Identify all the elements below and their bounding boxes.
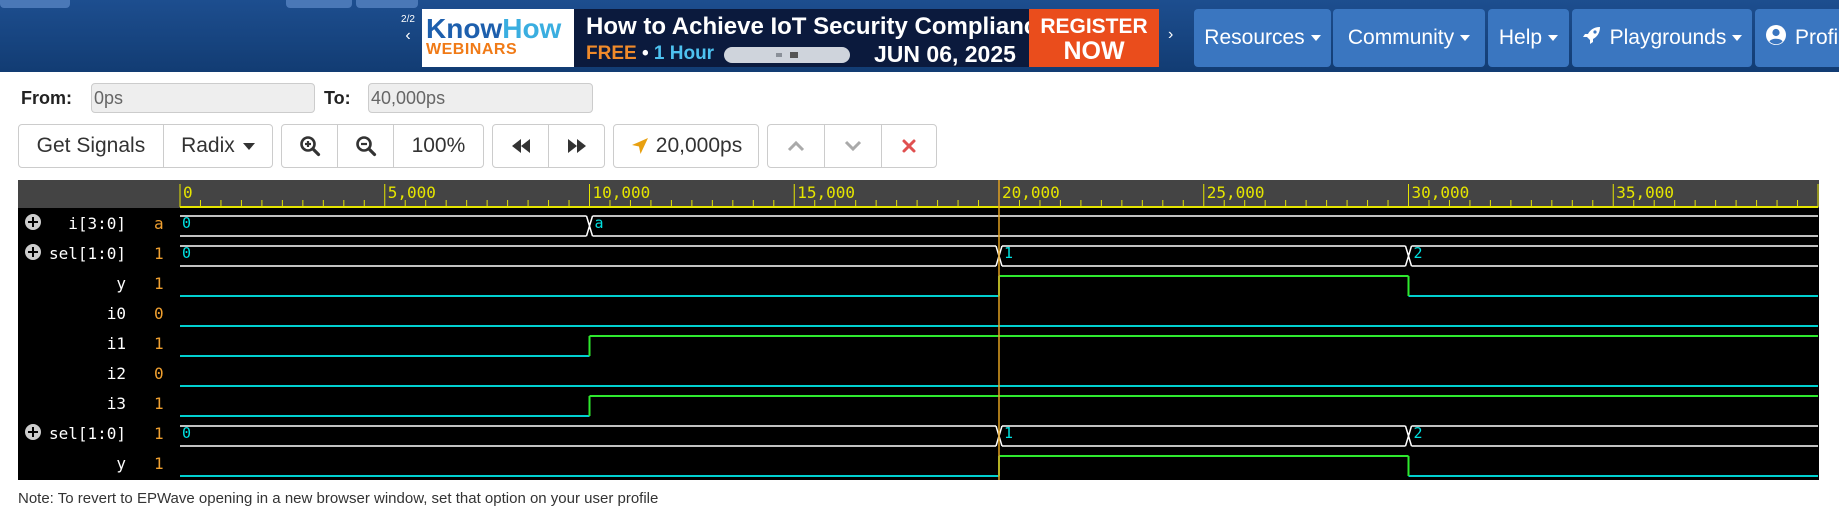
signal-value: 1 — [154, 334, 164, 353]
bus-value-label: 2 — [1414, 424, 1423, 442]
zoom-out-button[interactable] — [337, 125, 392, 167]
to-label: To: — [324, 88, 351, 108]
radix-dropdown[interactable]: Radix — [162, 125, 272, 167]
waveform-canvas[interactable]: 0 5,000 10,000 15,000 20,000 25,000 30,000 35,0… — [18, 180, 1819, 480]
signals-group: Get Signals Radix — [18, 124, 273, 168]
bus-transition — [585, 215, 594, 237]
from-label: From: — [21, 88, 72, 108]
zoom-level[interactable]: 100% — [392, 125, 483, 167]
signal-name: i0 — [107, 304, 126, 323]
signal-name: sel[1:0] — [49, 424, 126, 443]
zoom-in-icon — [299, 136, 320, 157]
knowhow-logo: KnowHow WEBINARS — [426, 13, 562, 58]
ruler-tick-label: 5,000 — [388, 183, 436, 202]
signal-value: 0 — [154, 304, 164, 323]
caret-down-icon — [1548, 35, 1559, 41]
ruler-tick-label: 35,000 — [1616, 183, 1674, 202]
bus-transition — [1404, 245, 1413, 267]
nav-help[interactable]: Help — [1488, 9, 1569, 67]
get-signals-button[interactable]: Get Signals — [19, 125, 163, 167]
signal-name: y — [116, 454, 126, 473]
user-circle-icon — [1765, 24, 1787, 52]
ad-banner[interactable]: KnowHow WEBINARS How to Achieve IoT Secu… — [422, 9, 1159, 67]
backward-icon — [511, 139, 530, 153]
chevron-right-icon[interactable]: › — [1168, 26, 1173, 44]
step-back-button[interactable] — [493, 125, 548, 167]
close-icon — [902, 139, 916, 153]
ad-prev-button[interactable]: 2/2 ‹ — [397, 14, 419, 58]
cursor-group: 20,000ps — [613, 124, 759, 168]
chevron-up-icon — [788, 140, 805, 152]
ruler-tick-label: 20,000 — [1002, 183, 1060, 202]
signal-value: 1 — [154, 394, 164, 413]
signal-value: 1 — [154, 274, 164, 293]
signal-order-group — [767, 124, 937, 168]
bus-value-label: 1 — [1004, 424, 1013, 442]
nav-playgrounds[interactable]: Playgrounds — [1572, 9, 1752, 67]
zoom-group: 100% — [281, 124, 484, 168]
ad-carousel-dots — [724, 47, 850, 63]
forward-icon — [567, 139, 586, 153]
move-up-button[interactable] — [768, 125, 824, 167]
ad-message: How to Achieve IoT Security Compliance F… — [574, 9, 1051, 67]
register-now-button[interactable]: REGISTER NOW — [1029, 9, 1159, 67]
zoom-out-icon — [355, 136, 376, 157]
bus-value-label: 2 — [1414, 244, 1423, 262]
ad-free: FREE • 1 Hour — [586, 43, 715, 64]
chevron-down-icon — [844, 140, 862, 152]
top-navbar: 2/2 ‹ KnowHow WEBINARS How to Achieve Io… — [0, 0, 1839, 72]
ruler-background — [18, 180, 1819, 208]
from-input[interactable]: 0ps — [91, 83, 315, 113]
signal-value: 1 — [154, 244, 164, 263]
nav-stub[interactable] — [0, 0, 70, 8]
ad-date: JUN 06, 2025 — [874, 41, 1016, 67]
bus-value-label: 0 — [182, 244, 191, 262]
signal-value: 0 — [154, 364, 164, 383]
nav-resources[interactable]: Resources — [1194, 9, 1331, 67]
signal-name: i[3:0] — [68, 214, 126, 233]
caret-down-icon — [1732, 35, 1743, 41]
ad-headline: How to Achieve IoT Security Compliance — [586, 13, 1051, 40]
signal-name: y — [116, 274, 126, 293]
to-input[interactable]: 40,000ps — [368, 83, 593, 113]
signal-name: sel[1:0] — [49, 244, 126, 263]
step-group — [492, 124, 605, 168]
rocket-icon — [1582, 25, 1602, 51]
signal-name: i1 — [107, 334, 126, 353]
step-forward-button[interactable] — [548, 125, 604, 167]
signal-value: 1 — [154, 454, 164, 473]
caret-down-icon — [1310, 35, 1321, 41]
ruler-tick-label: 15,000 — [797, 183, 855, 202]
signal-name: i2 — [107, 364, 126, 383]
signal-name: i3 — [107, 394, 126, 413]
move-down-button[interactable] — [824, 125, 880, 167]
ad-pager-text: 2/2 — [401, 14, 415, 25]
ruler-tick-label: 0 — [183, 183, 193, 202]
bus-value-label: 0 — [182, 424, 191, 442]
signal-value: a — [154, 214, 164, 233]
goto-cursor-button[interactable]: 20,000ps — [614, 125, 758, 167]
nav-stub[interactable] — [356, 0, 418, 8]
bus-value-label: 0 — [182, 214, 191, 232]
location-arrow-icon — [631, 138, 648, 154]
ruler-tick-label: 30,000 — [1412, 183, 1470, 202]
nav-stub[interactable] — [286, 0, 352, 8]
ruler-tick-label: 10,000 — [593, 183, 651, 202]
bus-value-label: 1 — [1004, 244, 1013, 262]
ruler-tick-label: 25,000 — [1207, 183, 1265, 202]
nav-profile[interactable]: Profi — [1755, 9, 1839, 67]
nav-community[interactable]: Community — [1333, 9, 1485, 67]
remove-signal-button[interactable] — [880, 125, 936, 167]
caret-down-icon — [242, 142, 255, 150]
waveform-viewer[interactable]: 0 5,000 10,000 15,000 20,000 25,000 30,000 35,0… — [18, 180, 1819, 480]
caret-down-icon — [1460, 35, 1471, 41]
zoom-in-button[interactable] — [282, 125, 337, 167]
bus-value-label: a — [595, 214, 604, 232]
bus-transition — [1404, 425, 1413, 447]
chevron-left-icon: ‹ — [405, 27, 411, 44]
signal-value: 1 — [154, 424, 164, 443]
